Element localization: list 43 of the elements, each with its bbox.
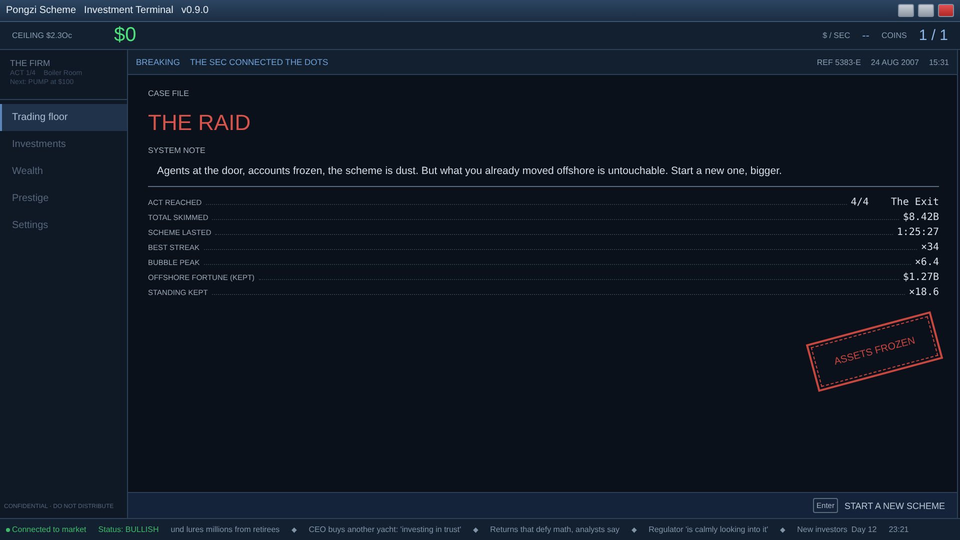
coins-label: COINS (881, 31, 907, 40)
nav-item[interactable]: Trading floor (0, 104, 127, 131)
close-button[interactable] (938, 4, 954, 17)
market-status: Status: BULLISH (98, 525, 159, 534)
ticker-headline: New investors (797, 525, 848, 534)
stat-value: ×6.4 (914, 257, 939, 268)
ticker-headline: Returns that defy math, analysts say (490, 525, 620, 534)
rate-label: $ / SEC (822, 31, 850, 40)
stat-detail: The Exit (890, 197, 939, 208)
ceiling-label: CEILING $2.3Oc (12, 31, 72, 40)
minimize-button[interactable] (898, 4, 914, 17)
stat-value: ×18.6 (908, 287, 939, 298)
news-time: 15:31 (928, 58, 949, 66)
maximize-button[interactable] (918, 4, 934, 17)
ticker-headline: Regulator 'is calmly looking into it' (648, 525, 768, 534)
system-note: Agents at the door, accounts frozen, the scheme is dust. But what you already moved offshore is untouchable. Start a new one, bigger. (148, 155, 939, 187)
window-subtitle: Investment Terminal (84, 5, 174, 16)
reference-code: REF 5383-E (816, 58, 861, 66)
app-title: Pongzi Scheme (6, 5, 76, 16)
news-date: 24 AUG 2007 (870, 58, 919, 66)
coins-value: 1 / 1 (918, 27, 948, 44)
case-label: CASE FILE (148, 89, 190, 98)
new-scheme-button[interactable]: START A NEW SCHEME (844, 500, 945, 510)
news-headline: THE SEC CONNECTED THE DOTS (190, 57, 328, 67)
stat-value: $8.42B (902, 212, 939, 223)
balance-value: $0 (114, 24, 136, 47)
connection-status: Connected to market (12, 525, 86, 534)
stat-value: 1:25:27 (896, 227, 939, 238)
stat-value: 4/4 (850, 197, 869, 208)
day-counter: Day 12 (851, 525, 877, 534)
case-title: THE RAID (148, 110, 252, 136)
connection-dot-icon (6, 528, 10, 532)
stamp: ASSETS FROZEN (806, 311, 944, 392)
firm-title: THE FIRM (10, 58, 52, 68)
ticker-headline: CEO buys another yacht: 'investing in trust' (308, 525, 462, 534)
stat-value: ×34 (920, 242, 939, 253)
rate-value: -- (862, 30, 870, 42)
version-label: v0.9.0 (181, 5, 209, 16)
clock: 23:21 (888, 525, 909, 534)
ticker-headline: und lures millions from retirees (170, 525, 280, 534)
note-label: SYSTEM NOTE (148, 146, 206, 155)
breaking-tag: BREAKING (136, 57, 180, 67)
stat-value: $1.27B (902, 272, 939, 283)
